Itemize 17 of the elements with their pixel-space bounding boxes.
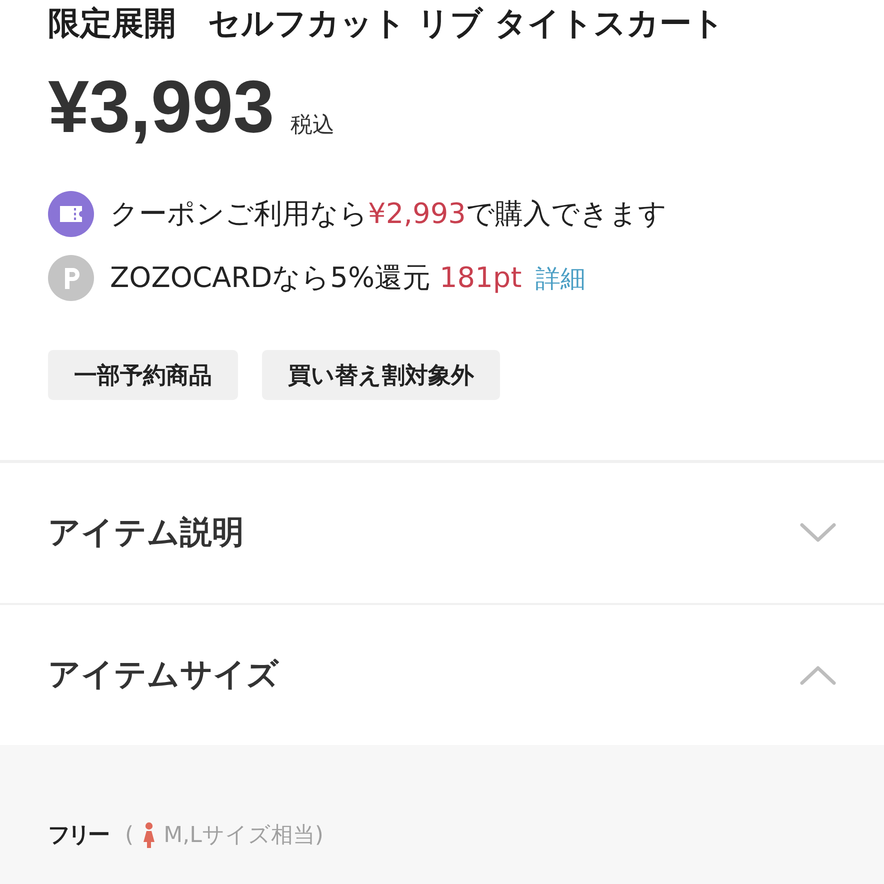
chevron-down-icon xyxy=(800,523,836,543)
product-tag: 一部予約商品 xyxy=(48,350,238,400)
size-equivalent: M,Lサイズ相当) xyxy=(164,822,324,850)
coupon-icon xyxy=(48,191,94,237)
product-title: 限定展開 セルフカット リブ タイトスカート xyxy=(48,3,724,44)
note-paren: ( xyxy=(125,822,134,848)
accordion-title: アイテム説明 xyxy=(48,512,244,553)
points-text: ZOZOCARDなら5%還元 181pt xyxy=(110,260,522,296)
price: ¥3,993 xyxy=(48,66,274,148)
point-icon xyxy=(48,255,94,301)
accordion-title: アイテムサイズ xyxy=(48,654,279,695)
person-icon xyxy=(142,822,156,848)
size-name: フリー xyxy=(48,822,107,850)
chevron-up-icon xyxy=(800,665,836,685)
coupon-text: クーポンご利用なら¥2,993で購入できます xyxy=(110,196,667,232)
tax-note: 税込 xyxy=(290,112,334,140)
product-tag: 買い替え割対象外 xyxy=(262,350,500,400)
